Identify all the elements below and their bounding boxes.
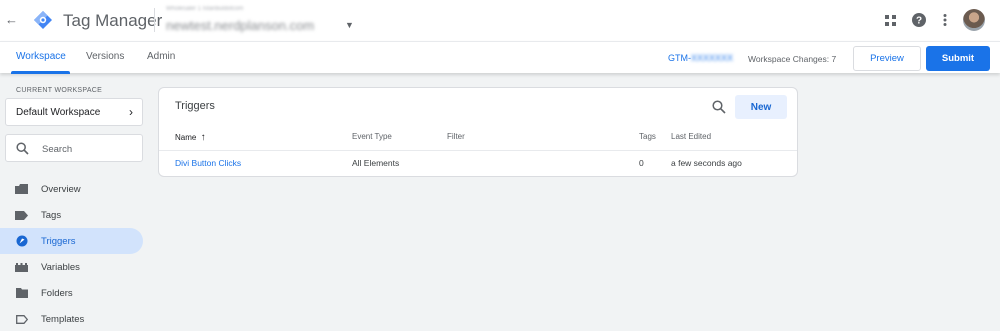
preview-button[interactable]: Preview	[853, 46, 921, 71]
overview-icon	[15, 183, 28, 195]
trigger-tags-count: 0	[639, 158, 644, 168]
trigger-name-link[interactable]: Divi Button Clicks	[175, 158, 241, 168]
sidebar-item-templates[interactable]: Templates	[0, 306, 143, 331]
trigger-last-edited: a few seconds ago	[671, 158, 742, 168]
header-divider	[154, 8, 155, 32]
arrow-upward-icon: ↑	[200, 132, 206, 143]
workspace-nav: Workspace Versions Admin GTM-XXXXXXX Wor…	[0, 41, 1000, 74]
container-id-prefix: GTM-	[668, 53, 691, 63]
app-title: Tag Manager	[63, 11, 163, 30]
sidebar-item-tags[interactable]: Tags	[0, 202, 143, 228]
sidebar-item-label: Folders	[41, 288, 73, 299]
tag-icon	[15, 209, 28, 221]
search-input[interactable]: Search	[5, 134, 143, 162]
tab-workspace[interactable]: Workspace	[16, 51, 66, 62]
avatar[interactable]	[963, 9, 985, 31]
caret-down-icon[interactable]: ▼	[345, 20, 354, 30]
help-icon[interactable]: ?	[910, 11, 928, 29]
sidebar-item-overview[interactable]: Overview	[0, 176, 143, 202]
trigger-event-type: All Elements	[352, 158, 400, 168]
sidebar-item-label: Triggers	[41, 236, 76, 247]
triggers-card: Triggers New Name ↑ Event Type Filter Ta…	[158, 87, 798, 177]
column-header-label: Name	[175, 133, 197, 142]
sidebar-item-label: Tags	[41, 210, 62, 221]
current-workspace-label: CURRENT WORKSPACE	[16, 87, 103, 94]
trigger-icon	[15, 235, 28, 247]
container-id[interactable]: GTM-XXXXXXX	[668, 53, 733, 63]
search-placeholder: Search	[42, 144, 73, 155]
sidebar-item-label: Overview	[41, 184, 81, 195]
apps-icon[interactable]	[881, 11, 899, 29]
active-tab-indicator	[11, 71, 70, 74]
search-icon	[16, 142, 29, 155]
sidebar-item-triggers[interactable]: Triggers	[0, 228, 143, 254]
tab-versions[interactable]: Versions	[86, 51, 124, 62]
column-header-event-type[interactable]: Event Type	[352, 132, 392, 141]
column-header-last-edited[interactable]: Last Edited	[671, 132, 711, 141]
container-name[interactable]: newtest.nerdplanson.com	[166, 18, 314, 33]
arrow-back-icon[interactable]: ←	[5, 12, 18, 28]
workspace-selector[interactable]: Default Workspace ›	[5, 98, 143, 126]
workspace-changes: Workspace Changes: 7	[748, 54, 837, 64]
gtm-logo-icon	[34, 11, 52, 29]
column-header-name[interactable]: Name ↑	[175, 132, 206, 143]
top-bar: ← Tag Manager Wholesaler 1 Istanbuldotco…	[0, 0, 1000, 41]
workspace-name: Default Workspace	[16, 107, 101, 118]
container-id-suffix: XXXXXXX	[691, 53, 734, 63]
sidebar-item-folders[interactable]: Folders	[0, 280, 143, 306]
template-icon	[15, 313, 28, 325]
column-header-filter: Filter	[447, 132, 465, 141]
chevron-right-icon: ›	[129, 105, 133, 119]
submit-button[interactable]: Submit	[926, 46, 990, 71]
svg-text:?: ?	[916, 16, 922, 27]
table-divider	[159, 150, 797, 151]
new-trigger-button[interactable]: New	[735, 95, 787, 119]
account-name[interactable]: Wholesaler 1 Istanbuldotcom	[166, 6, 243, 12]
sidebar-item-label: Templates	[41, 314, 85, 325]
tab-admin[interactable]: Admin	[147, 51, 175, 62]
more-vert-icon[interactable]	[936, 11, 954, 29]
variables-icon	[15, 261, 28, 273]
sidebar-item-label: Variables	[41, 262, 80, 273]
sidebar-item-variables[interactable]: Variables	[0, 254, 143, 280]
search-icon[interactable]	[712, 100, 726, 114]
column-header-tags[interactable]: Tags	[639, 132, 656, 141]
folder-icon	[15, 287, 28, 299]
card-title: Triggers	[175, 100, 215, 112]
